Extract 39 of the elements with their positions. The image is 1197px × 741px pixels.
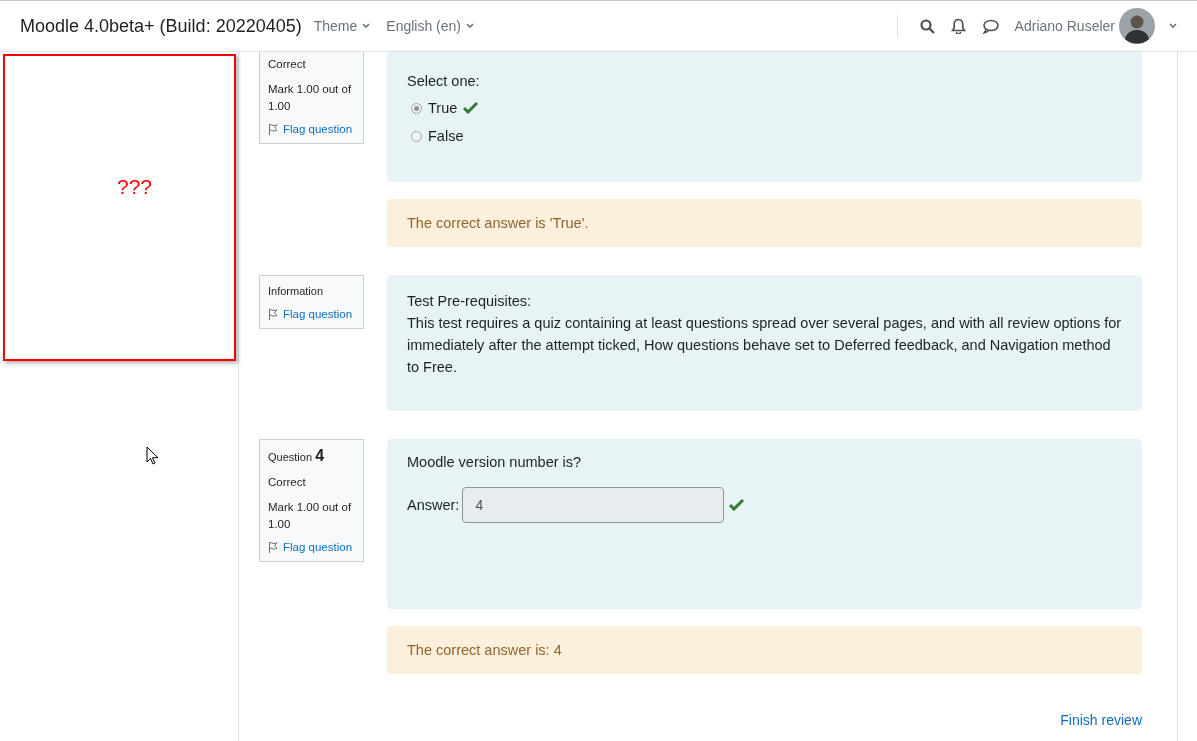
feedback-message: The correct answer is: 4 <box>387 626 1142 674</box>
question-mark: Mark 1.00 out of 1.00 <box>268 82 353 114</box>
flag-icon <box>268 123 278 135</box>
feedback-message: The correct answer is 'True'. <box>387 199 1142 247</box>
option-label: True <box>428 99 458 118</box>
question-mark: Mark 1.00 out of 1.00 <box>268 500 353 532</box>
question-prompt: Select one: <box>407 72 481 91</box>
avatar-icon[interactable] <box>1119 8 1155 44</box>
user-menu-caret-icon[interactable] <box>1169 23 1177 29</box>
question-state: Correct <box>268 475 307 490</box>
dropdown-menu[interactable]: Theme <box>313 18 371 34</box>
radio-button[interactable] <box>411 130 422 142</box>
answer-field[interactable]: 4 <box>462 487 725 523</box>
speech-bubble-icon[interactable] <box>981 18 999 34</box>
user-name[interactable]: Adriano Ruseler <box>1014 18 1115 34</box>
flag-question-link[interactable]: Flag question <box>268 541 353 553</box>
caret-icon <box>466 23 474 29</box>
search-icon[interactable] <box>919 18 935 34</box>
question-state: Correct <box>268 57 307 72</box>
site-name[interactable]: Moodle 4.0beta+ (Build: 20220405) <box>20 15 302 37</box>
question-prompt: Moodle version number is? <box>407 453 583 472</box>
question-type-label: Information <box>268 284 325 299</box>
dropdown-menu[interactable]: English (en) <box>386 18 474 34</box>
flag-icon <box>268 541 278 553</box>
description-heading: Test Pre-requisites: <box>407 292 533 311</box>
flag-question-link[interactable]: Flag question <box>268 308 353 320</box>
question-label: Question <box>268 451 313 463</box>
finish-review-link[interactable]: Finish review <box>1060 712 1142 728</box>
placeholder-text: ??? <box>116 175 152 199</box>
mouse-cursor-icon <box>146 446 159 465</box>
option-label: False <box>428 127 464 146</box>
bell-icon[interactable] <box>950 18 966 34</box>
flag-question-link[interactable]: Flag question <box>268 123 353 135</box>
answer-label: Answer: <box>407 496 460 515</box>
caret-icon <box>362 23 371 29</box>
radio-button[interactable] <box>411 102 422 114</box>
description-text: This test requires a quiz containing at least questions spread over several pages, and with all review options for immediately after the attempt ticked, How questions behave set to Deferred feedback, and Navigation method to Free. <box>407 314 1122 377</box>
question-number: 4 <box>315 447 325 464</box>
flag-icon <box>268 308 278 320</box>
